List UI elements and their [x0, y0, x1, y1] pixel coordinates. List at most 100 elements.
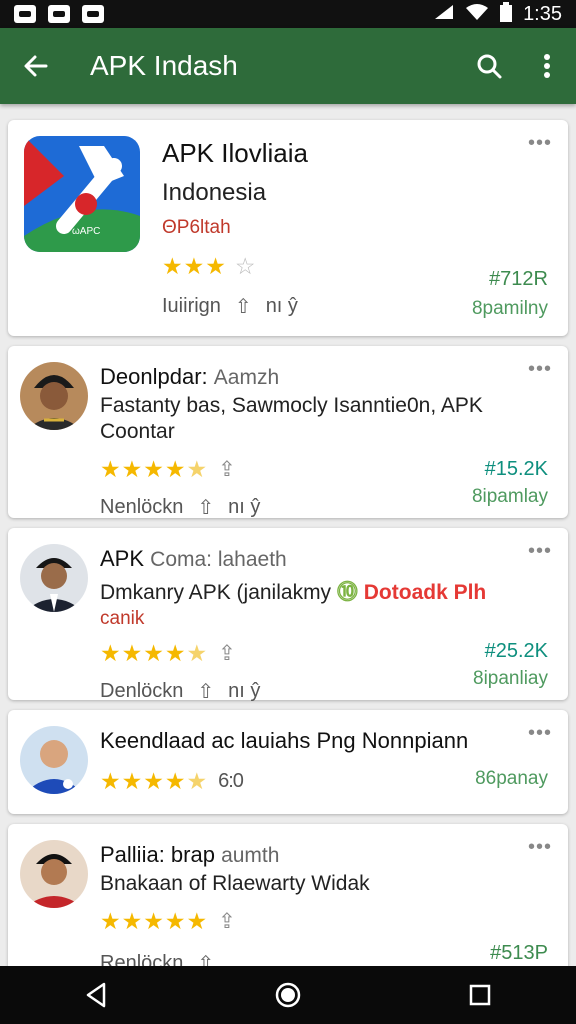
- more-horiz-icon[interactable]: •••: [528, 541, 552, 561]
- star-icon: ★: [143, 456, 164, 482]
- star-rating: ★ ★ ★ ★ ★ ⇪: [100, 640, 508, 667]
- star-icon: ★: [100, 640, 121, 666]
- star-icon: ★: [205, 253, 226, 279]
- item-title: Keendlaad ac lauiahs Png Nonnpiann: [100, 728, 469, 753]
- item-title: APK Coma: lahaeth: [100, 546, 287, 571]
- featured-app-card[interactable]: ••• ωAPC APK Ilovliaia Indonesia ΘΡ6ltah…: [8, 120, 568, 336]
- star-icon: ★: [143, 640, 164, 666]
- price: #712R: [489, 268, 548, 290]
- star-icon: ★: [164, 768, 186, 794]
- nav-recents-icon: [469, 984, 491, 1006]
- svg-text:ωAPC: ωAPC: [72, 226, 100, 237]
- item-description: canik: [100, 608, 145, 629]
- price-sub: 86panay: [475, 768, 548, 789]
- meta-label: Renlöckn: [100, 952, 184, 966]
- price: #15.2K: [484, 458, 548, 480]
- item-description: Bnakaan of Rlaewarty Widak: [100, 872, 370, 895]
- price: #513P: [490, 942, 548, 964]
- nav-back-button[interactable]: [66, 966, 126, 1024]
- star-icon: ★: [121, 908, 143, 934]
- thumbs-up-icon[interactable]: ⇧: [197, 495, 214, 520]
- more-horiz-icon[interactable]: •••: [528, 723, 552, 743]
- star-icon: ★: [164, 908, 186, 934]
- back-button[interactable]: [0, 28, 72, 104]
- app-list[interactable]: ••• ωAPC APK Ilovliaia Indonesia ΘΡ6ltah…: [0, 104, 576, 966]
- app-logo-icon: ωAPC: [24, 136, 140, 252]
- price-sub: 8pamilny: [471, 298, 548, 319]
- star-icon: ★: [121, 768, 143, 794]
- avatar: [20, 362, 88, 430]
- notification-icon: [48, 5, 70, 23]
- star-rating: ★ ★ ★ ★ ★ 6:0: [100, 768, 508, 795]
- more-vert-icon: [544, 54, 550, 78]
- star-icon: ★: [164, 456, 186, 482]
- thumbs-up-icon[interactable]: ⇧: [235, 294, 252, 319]
- list-item[interactable]: ••• Palliia: brap aumth Bnakaan of Rlaew…: [8, 824, 568, 966]
- star-rating: ★ ★ ★ ★ ★ ⇪: [100, 456, 508, 483]
- price: #25.2K: [484, 640, 548, 662]
- avatar: [20, 726, 88, 794]
- status-bar: 1:35: [0, 0, 576, 28]
- star-icon: ★: [183, 253, 205, 279]
- avatar: [20, 544, 88, 612]
- star-half-icon: ★: [186, 456, 208, 482]
- list-item[interactable]: ••• APK Coma: lahaeth Dmkanry APK (janil…: [8, 528, 568, 703]
- meta-label: nı ŷ: [265, 295, 298, 317]
- badge-icon: ⓾: [336, 581, 358, 604]
- item-description: Dmkanry APK (janilakmy ⓾ Dotoadk Plh: [100, 576, 508, 606]
- item-description: Coontar: [100, 420, 175, 443]
- item-title: Palliia: brap aumth: [100, 842, 280, 867]
- search-button[interactable]: [460, 28, 518, 104]
- notification-icon: [82, 5, 104, 23]
- arrow-left-icon: [24, 55, 48, 77]
- avatar: [20, 840, 88, 908]
- price-sub: 8ipanliay: [473, 668, 548, 689]
- star-outline-icon: ☆: [234, 253, 256, 279]
- star-half-icon: ★: [186, 640, 208, 666]
- share-icon[interactable]: ⇪: [218, 457, 236, 482]
- star-rating: ★ ★ ★ ☆: [162, 253, 508, 280]
- nav-back-icon: [86, 982, 106, 1008]
- star-icon: ★: [121, 640, 143, 666]
- notification-icon: [14, 5, 36, 23]
- nav-home-button[interactable]: [258, 966, 318, 1024]
- app-bar: APK Indash: [0, 28, 576, 104]
- page-title: APK Indash: [90, 50, 238, 81]
- meta-label: Denlöckn: [100, 680, 184, 702]
- nav-recents-button[interactable]: [450, 966, 510, 1024]
- share-icon[interactable]: ⇪: [218, 909, 236, 934]
- overflow-menu-button[interactable]: [518, 28, 576, 104]
- more-horiz-icon[interactable]: •••: [528, 359, 552, 379]
- more-horiz-icon[interactable]: •••: [528, 837, 552, 857]
- share-icon[interactable]: ⇪: [218, 641, 236, 666]
- star-icon: ★: [143, 908, 164, 934]
- thumbs-up-icon[interactable]: ⇧: [197, 679, 214, 704]
- star-icon: ★: [164, 640, 186, 666]
- list-item[interactable]: ••• Keendlaad ac lauiahs Png Nonnpiann ★…: [8, 710, 568, 814]
- meta-label: Iuiirign: [162, 295, 221, 317]
- item-title: Deonlpdar: Aamzh: [100, 364, 280, 389]
- price-sub: 8ipamlay: [471, 486, 548, 507]
- featured-subtitle: Indonesia: [162, 179, 267, 206]
- star-icon: ★: [100, 456, 121, 482]
- nav-home-icon: [275, 982, 301, 1008]
- star-icon: ★: [100, 768, 121, 794]
- star-half-icon: ★: [186, 768, 208, 794]
- list-item[interactable]: ••• Deonlpdar: Aamzh Fastanty bas, Sawmo…: [8, 346, 568, 520]
- search-icon: [477, 54, 502, 79]
- star-icon: ★: [100, 908, 121, 934]
- meta-label: Nenlöckn: [100, 496, 184, 518]
- more-horiz-icon[interactable]: •••: [528, 133, 552, 153]
- featured-tag: ΘΡ6ltah: [162, 217, 231, 238]
- rating-count: 6:0: [218, 770, 244, 792]
- wifi-icon: [465, 3, 489, 26]
- meta-label: nı ŷ: [228, 496, 261, 518]
- star-icon: ★: [143, 768, 164, 794]
- signal-icon: [433, 3, 455, 26]
- battery-icon: [499, 1, 513, 27]
- star-icon: ★: [186, 908, 208, 934]
- meta-label: nı ŷ: [228, 680, 261, 702]
- clock: 1:35: [523, 2, 562, 25]
- item-description: Fastanty bas, Sawmocly Isanntie0n, APK: [100, 394, 483, 417]
- thumbs-up-icon[interactable]: ⇧: [197, 951, 214, 966]
